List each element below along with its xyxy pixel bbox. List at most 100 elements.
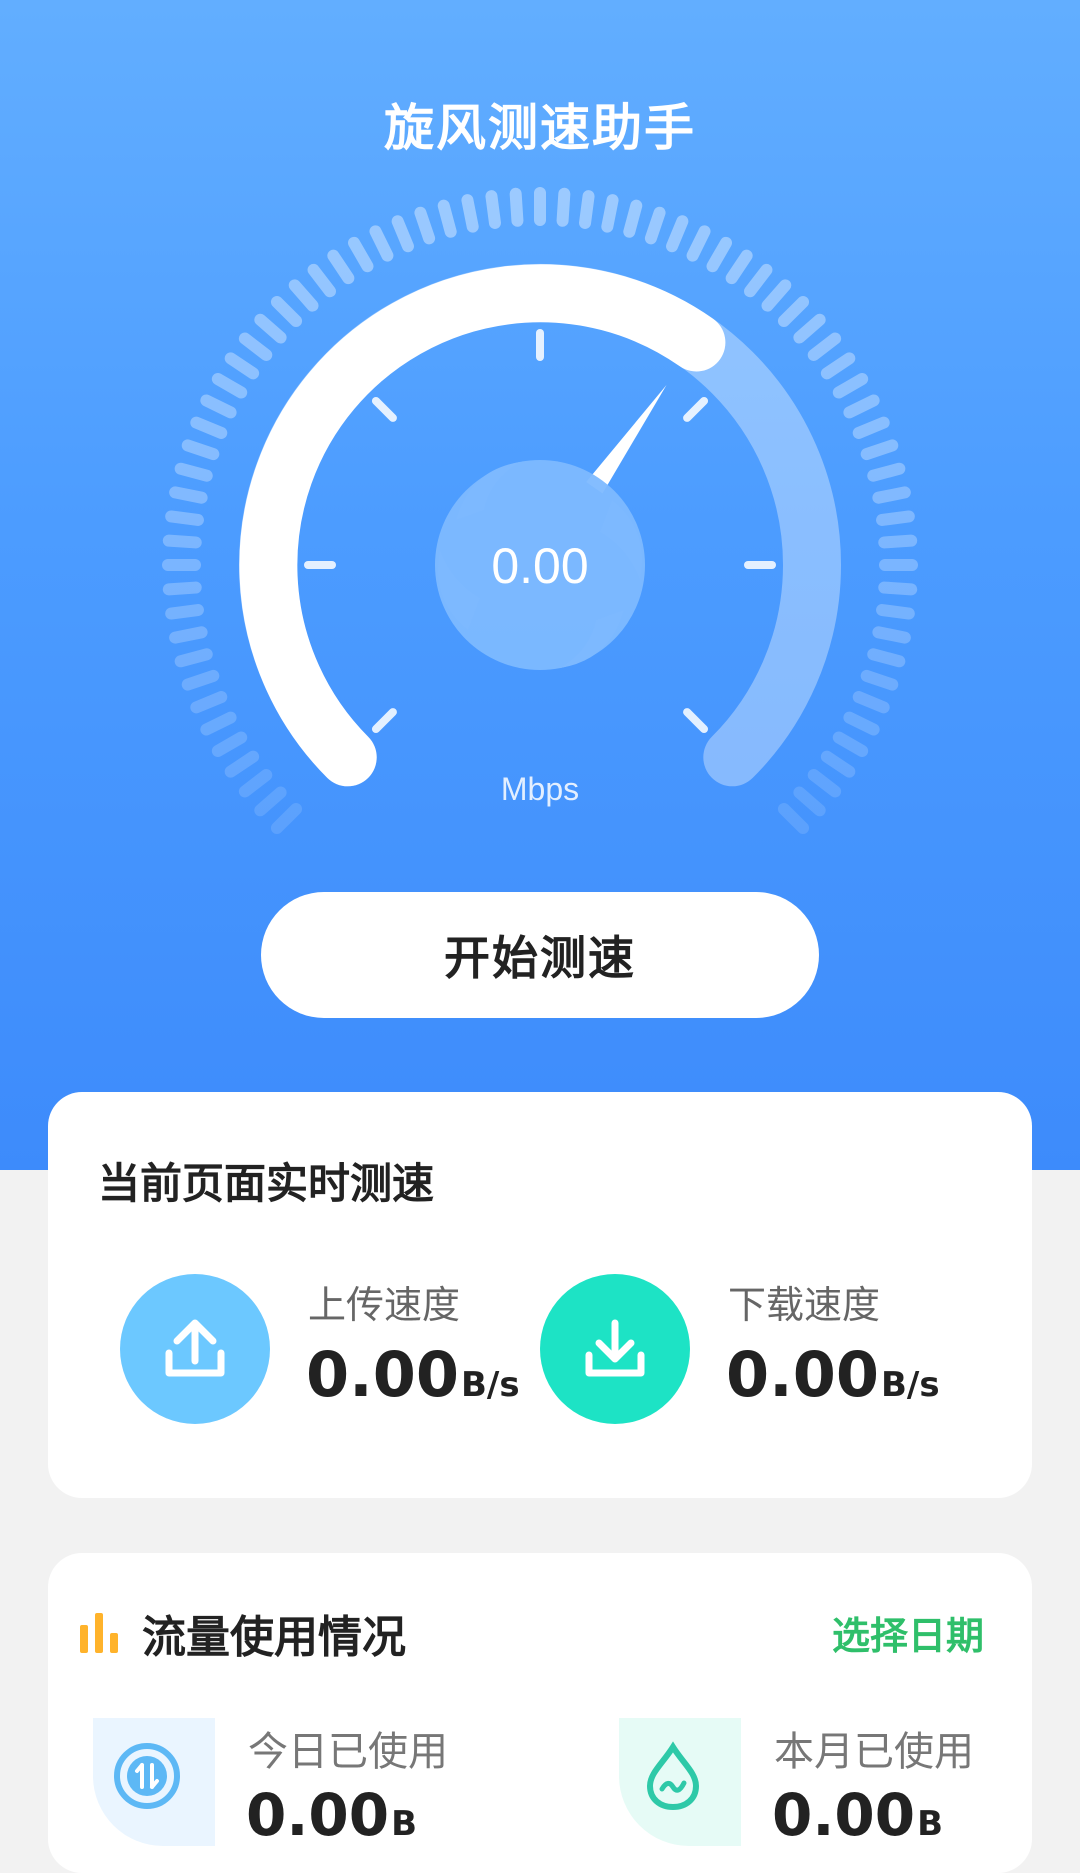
download-speed-item: 下载速度 0.00B/s [540,1274,980,1424]
gauge-outer-tick [556,187,571,227]
month-usage-value: 0.00B [772,1781,943,1849]
water-drop-icon [646,1741,700,1811]
gauge-outer-tick [832,731,869,757]
gauge-outer-tick [461,194,479,233]
gauge-outer-tick [270,802,303,835]
download-label: 下载速度 [728,1283,881,1327]
month-usage-unit: B [917,1804,944,1844]
gauge-outer-tick [777,295,810,328]
month-usage-label: 本月已使用 [774,1729,974,1775]
gauge-outer-tick [181,439,220,461]
gauge-outer-tick [686,225,711,262]
gauge-major-tick [371,396,397,422]
month-usage-number: 0.00 [772,1781,916,1849]
gauge-unit: Mbps [501,771,579,807]
gauge-outer-tick [878,534,918,549]
gauge-outer-tick [190,691,228,714]
gauge-major-tick [683,708,709,734]
gauge-outer-tick [820,352,856,380]
start-test-button[interactable]: 开始测速 [261,892,819,1018]
gauge-outer-tick [579,190,595,229]
gauge-outer-tick [211,373,248,399]
traffic-header: 流量使用情况 [78,1601,406,1665]
realtime-speed-card: 当前页面实时测速 上传速度 0.00B/s 下载速度 0.00B/s [48,1092,1032,1498]
gauge-major-tick [371,708,397,734]
gauge-outer-tick [190,416,228,439]
gauge-outer-tick [169,486,208,504]
gauge-outer-tick [224,750,260,778]
download-value-unit: B/s [880,1365,940,1405]
gauge-outer-tick [867,648,906,668]
today-usage-value: 0.00B [246,1781,417,1849]
gauge-outer-tick [725,249,753,285]
gauge-needle [586,385,667,494]
gauge-outer-tick [169,626,208,644]
gauge-outer-tick [872,486,911,504]
gauge-outer-tick [165,510,204,526]
gauge-outer-tick [793,786,826,817]
gauge-outer-tick [852,691,890,714]
gauge-outer-tick [777,802,810,835]
traffic-usage-card: 流量使用情况 选择日期 今日已使用 0.00B 本月已使用 0.00B [48,1553,1032,1873]
today-usage-number: 0.00 [246,1781,390,1849]
upload-value: 0.00B/s [306,1338,520,1411]
upload-label: 上传速度 [308,1283,461,1327]
download-value: 0.00B/s [726,1338,940,1411]
gauge-outer-tick [601,194,619,233]
gauge-outer-tick [348,236,374,273]
gauge-outer-tick [254,786,287,817]
today-usage-label: 今日已使用 [248,1729,448,1775]
gauge-major-tick [683,396,709,422]
gauge-outer-tick [162,534,202,549]
gauge-outer-tick [852,416,890,439]
gauge-outer-tick [807,769,842,798]
gauge-outer-tick [414,206,436,245]
gauge-outer-tick [867,462,906,482]
gauge-outer-tick [843,394,880,419]
download-value-number: 0.00 [726,1338,879,1411]
gauge-outer-tick [174,462,213,482]
bar-chart-icon [80,1613,118,1653]
speedometer-gauge: 0.00 Mbps [162,187,918,835]
data-transfer-icon [114,1743,180,1809]
month-usage-item: 本月已使用 0.00B [574,1713,1034,1873]
gauge-outer-tick [369,225,394,262]
gauge-outer-tick [288,279,319,312]
select-date-button[interactable]: 选择日期 [832,1605,984,1660]
gauge-outer-tick [162,581,202,596]
gauge-outer-tick [238,332,273,361]
gauge-outer-tick [437,199,457,238]
gauge-outer-tick [843,711,880,736]
gauge-outer-tick [878,581,918,596]
gauge-outer-tick [509,187,524,227]
gauge-outer-tick [307,263,336,298]
gauge-outer-tick [706,236,732,273]
gauge-outer-tick [270,295,303,328]
gauge-outer-tick [644,206,666,245]
gauge-outer-tick [200,711,237,736]
gauge-outer-tick [876,510,915,526]
gauge-outer-tick [872,626,911,644]
gauge-outer-tick [793,313,826,344]
gauge-outer-tick [876,604,915,620]
gauge-outer-tick [807,332,842,361]
realtime-card-title: 当前页面实时测速 [98,1159,435,1208]
gauge-outer-tick [860,439,899,461]
gauge-outer-tick [200,394,237,419]
gauge-outer-tick [165,604,204,620]
gauge-outer-tick [820,750,856,778]
gauge-outer-tick [860,669,899,691]
gauge-outer-tick [224,352,260,380]
gauge-outer-tick [174,648,213,668]
gauge-outer-tick [327,249,355,285]
today-usage-item: 今日已使用 0.00B [48,1713,508,1873]
gauge-outer-tick [238,769,273,798]
gauge-outer-tick [761,279,792,312]
gauge-outer-tick [832,373,869,399]
traffic-title: 流量使用情况 [142,1612,406,1663]
gauge-outer-tick [254,313,287,344]
gauge-outer-tick [391,215,414,253]
gauge-value: 0.00 [491,538,588,594]
gauge-outer-tick [485,190,501,229]
upload-value-unit: B/s [460,1365,520,1405]
